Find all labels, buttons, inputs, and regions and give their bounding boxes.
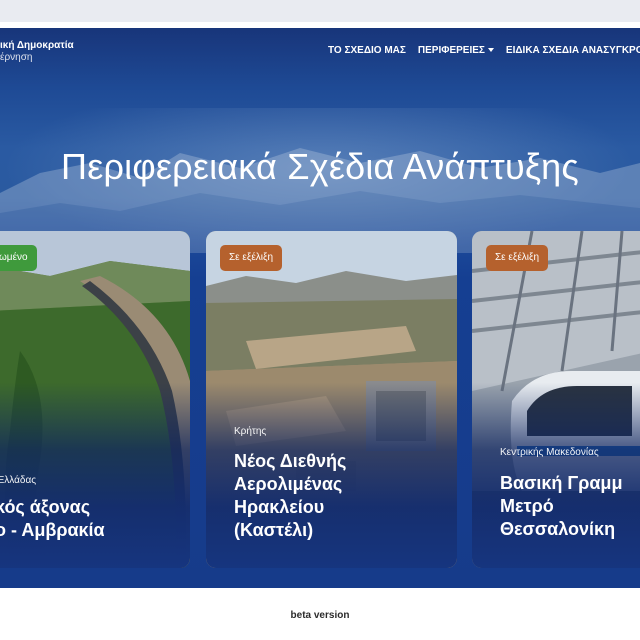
- status-badge: Σε εξέλιξη: [220, 245, 283, 271]
- status-badge: Σε εξέλιξη: [486, 245, 549, 271]
- project-card-metro[interactable]: Σε εξέλιξη Κεντρικής Μακεδονίας Βασική Γ…: [472, 231, 640, 568]
- project-card-motorway[interactable]: ωμένο ς Ελλάδας ικός άξονας ιο - Αμβρακί…: [0, 231, 190, 568]
- logo-line-2: έρνηση: [0, 52, 33, 63]
- nav-regions-label: ΠΕΡΙΦΕΡΕΙΕΣ: [417, 45, 485, 56]
- browser-top-strip: [0, 0, 640, 22]
- card-title-line: ικός άξονας: [0, 497, 91, 517]
- beta-version-label: beta version: [290, 610, 350, 621]
- card-region: Κρήτης: [234, 426, 267, 437]
- card-title-line: Ηρακλείου: [234, 497, 325, 517]
- card-title: Νέος Διεθνής Αερολιμένας Ηρακλείου (Καστ…: [234, 450, 346, 542]
- card-title: ικός άξονας ιο - Αμβρακία: [0, 496, 105, 542]
- nav-special-plans[interactable]: ΕΙΔΙΚΑ ΣΧΕΔΙΑ ΑΝΑΣΥΓΚΡΟΤΗ: [506, 45, 640, 56]
- card-region: Κεντρικής Μακεδονίας: [500, 447, 599, 458]
- chevron-down-icon: [487, 48, 494, 53]
- card-title-line: Αερολιμένας: [234, 474, 343, 494]
- hero-section: ική Δημοκρατία έρνηση ΤΟ ΣΧΕΔΙΟ ΜΑΣ ΠΕΡΙ…: [0, 28, 640, 588]
- status-badge: ωμένο: [0, 245, 37, 271]
- card-title-line: ιο - Αμβρακία: [0, 520, 105, 540]
- nav-regions-dropdown[interactable]: ΠΕΡΙΦΕΡΕΙΕΣ: [418, 45, 494, 56]
- nav-our-plan[interactable]: ΤΟ ΣΧΕΔΙΟ ΜΑΣ: [328, 45, 406, 56]
- logo-line-1: ική Δημοκρατία: [0, 40, 74, 51]
- project-card-airport[interactable]: Σε εξέλιξη Κρήτης Νέος Διεθνής Αερολιμέν…: [206, 231, 457, 568]
- card-title-line: Βασική Γραμμ: [500, 473, 623, 493]
- card-title-line: (Καστέλι): [234, 520, 314, 540]
- card-title-line: Νέος Διεθνής: [234, 451, 347, 471]
- card-title-line: Θεσσαλονίκη: [500, 519, 616, 539]
- card-title-line: Μετρό: [500, 496, 554, 516]
- card-region: ς Ελλάδας: [0, 475, 37, 486]
- card-title: Βασική Γραμμ Μετρό Θεσσαλονίκη: [500, 472, 622, 541]
- site-logo[interactable]: ική Δημοκρατία έρνηση: [0, 40, 74, 64]
- page-title: Περιφερειακά Σχέδια Ανάπτυξης: [61, 146, 579, 187]
- main-navigation: ΤΟ ΣΧΕΔΙΟ ΜΑΣ ΠΕΡΙΦΕΡΕΙΕΣ ΕΙΔΙΚΑ ΣΧΕΔΙΑ …: [328, 45, 640, 56]
